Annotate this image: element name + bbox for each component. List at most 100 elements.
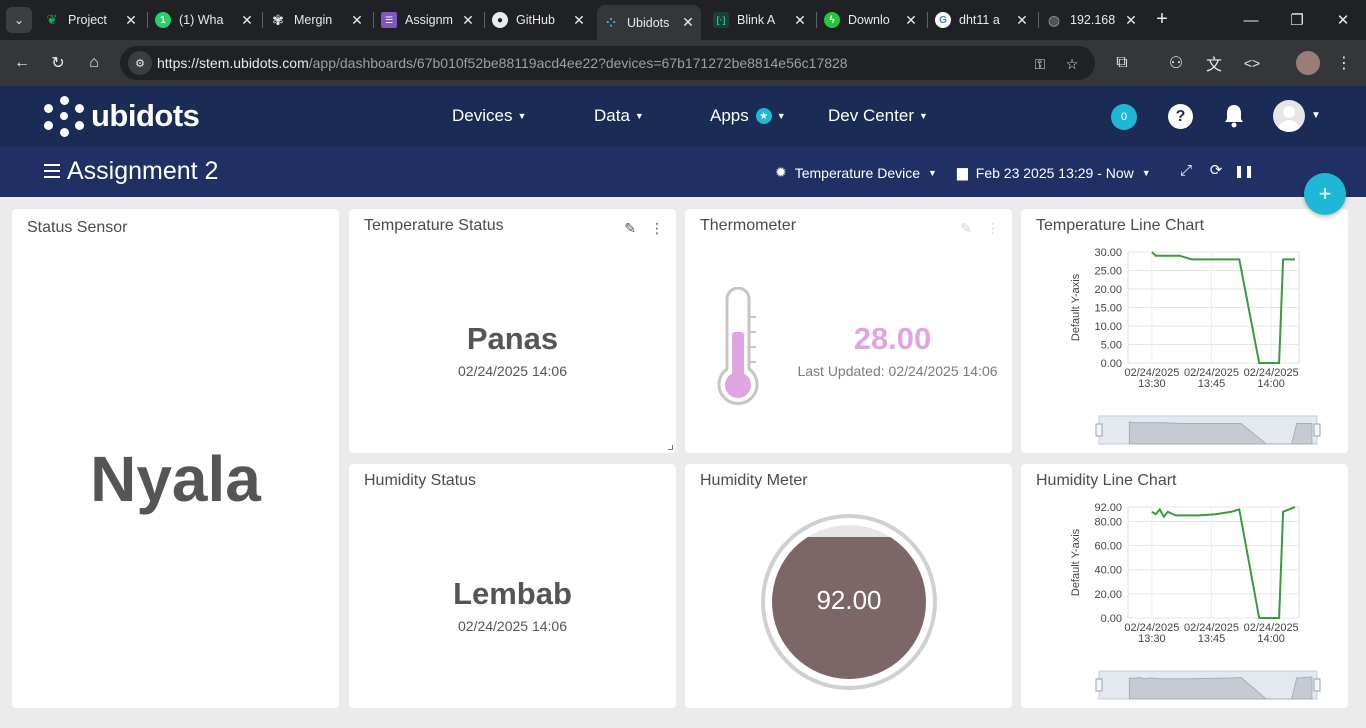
nav-label: Apps <box>710 106 749 125</box>
browser-tab[interactable]: ☰ Assignm ✕ <box>381 5 481 35</box>
close-tab-icon[interactable]: ✕ <box>1122 12 1140 29</box>
close-tab-icon[interactable]: ✕ <box>122 12 140 29</box>
y-tick-label: 5.00 <box>1101 340 1122 352</box>
caret-down-icon: ▼ <box>634 111 644 121</box>
status-timestamp: 02/24/2025 14:06 <box>458 618 567 634</box>
close-tab-icon[interactable]: ✕ <box>348 12 366 29</box>
close-window-icon[interactable]: ✕ <box>1320 0 1366 40</box>
browser-tab[interactable]: ϟ Downlo ✕ <box>824 5 924 35</box>
gauge-tank: 92.00 <box>772 525 926 679</box>
translate-icon[interactable]: 文 <box>1202 51 1226 75</box>
password-key-icon[interactable]: ⚿ <box>1030 54 1050 74</box>
github-icon: ● <box>492 12 508 28</box>
tab-title: GitHub <box>516 13 555 27</box>
tab-title: Assignm <box>405 13 453 27</box>
widget-humidity-chart: Humidity Line Chart 92.00 80.00 60.00 40.00… <box>1021 464 1348 708</box>
close-tab-icon[interactable]: ✕ <box>570 12 588 29</box>
browser-tab[interactable]: ✾ Mergin ✕ <box>270 5 370 35</box>
edit-pencil-icon[interactable]: ✎ <box>960 220 972 237</box>
close-tab-icon[interactable]: ✕ <box>791 12 809 29</box>
widget-title: Humidity Status <box>364 472 477 489</box>
incognito-icon[interactable]: ⚇ <box>1164 51 1188 75</box>
close-tab-icon[interactable]: ✕ <box>459 12 477 29</box>
add-widget-button[interactable]: + <box>1304 173 1346 215</box>
browser-tab[interactable]: [·] Blink A ✕ <box>713 5 813 35</box>
browser-tab[interactable]: ● GitHub ✕ <box>492 5 592 35</box>
y-tick-label: 10.00 <box>1094 321 1122 333</box>
resize-handle[interactable] <box>668 445 673 450</box>
device-selector[interactable]: ✹ Temperature Device ▼ <box>775 164 937 181</box>
app-header: ubidots Devices ▼ Data ▼ Apps ★ ▼ Dev Center… <box>0 86 1366 147</box>
browser-menu-icon[interactable]: ⋮ <box>1332 51 1356 75</box>
widget-temperature-chart: Temperature Line Chart 30.00 25.00 20.00 15… <box>1021 209 1348 453</box>
whatsapp-icon: 1 <box>155 12 171 28</box>
nav-label: Dev Center <box>828 106 914 125</box>
widget-title: Status Sensor <box>27 219 128 236</box>
edit-pencil-icon[interactable]: ✎ <box>624 220 636 237</box>
more-options-icon[interactable]: ⋮ <box>650 220 664 237</box>
browser-tab[interactable]: ❦ Project ✕ <box>44 5 144 35</box>
nav-apps[interactable]: Apps ★ ▼ <box>710 106 786 126</box>
last-updated: Last Updated: 02/24/2025 14:06 <box>797 363 998 379</box>
back-arrow-icon[interactable]: ← <box>10 51 34 75</box>
bookmark-star-icon[interactable]: ☆ <box>1062 54 1082 74</box>
reload-icon[interactable]: ↻ <box>46 51 70 75</box>
close-tab-icon[interactable]: ✕ <box>902 12 920 29</box>
gauge-value: 92.00 <box>816 585 882 615</box>
site-settings-icon[interactable]: ⚙ <box>128 51 152 75</box>
dashboard-title: Assignment 2 <box>67 157 219 185</box>
browser-toolbar: ← ↻ ⌂ ⚙ https://stem.ubidots.com/app/das… <box>0 40 1366 86</box>
caret-down-icon[interactable]: ▼ <box>1311 110 1321 121</box>
humidity-line-chart[interactable]: 92.0080.0060.0040.0020.000.0002/24/20251… <box>1021 464 1348 708</box>
profile-avatar[interactable] <box>1296 51 1320 75</box>
hamburger-menu-icon[interactable] <box>44 164 60 178</box>
browser-tab-active[interactable]: ⁘ Ubidots ✕ <box>597 5 701 40</box>
restore-icon[interactable]: ❐ <box>1274 0 1320 40</box>
status-value: Panas <box>466 321 559 356</box>
help-icon[interactable]: ? <box>1168 104 1193 129</box>
caret-down-icon: ▼ <box>918 111 928 121</box>
tab-search-button[interactable]: ⌄ <box>6 7 32 33</box>
browser-tab-bar: ⌄ ❦ Project ✕ 1 (1) Wha ✕ ✾ Mergin ✕ ☰ A… <box>0 0 1366 40</box>
temperature-line-chart[interactable]: 30.0025.0020.0015.0010.005.000.0002/24/2… <box>1021 209 1348 453</box>
y-tick-label: 0.00 <box>1101 358 1122 370</box>
bell-icon[interactable] <box>1222 103 1246 129</box>
dashboard-bar: Assignment 2 ✹ Temperature Device ▼ ▆ Fe… <box>0 147 1366 197</box>
widget-title: Thermometer <box>700 217 797 234</box>
new-tab-button[interactable]: + <box>1150 8 1174 32</box>
caret-down-icon: ▼ <box>517 111 527 121</box>
ubidots-logo[interactable]: ubidots <box>44 96 200 137</box>
close-tab-icon[interactable]: ✕ <box>679 14 697 31</box>
tab-title: dht11 a <box>959 13 1000 27</box>
nav-devices[interactable]: Devices ▼ <box>452 106 526 126</box>
x-tick-label: 13:30 <box>1138 378 1166 390</box>
extensions-icon[interactable]: ⧉ <box>1110 51 1134 75</box>
x-tick-label: 14:00 <box>1257 633 1285 645</box>
home-icon[interactable]: ⌂ <box>82 51 106 75</box>
logo-wordmark: ubidots <box>91 98 200 133</box>
y-tick-label: 92.00 <box>1094 502 1122 514</box>
address-bar[interactable]: ⚙ https://stem.ubidots.com/app/dashboard… <box>120 46 1095 80</box>
notifications-count-badge[interactable]: 0 <box>1111 104 1137 130</box>
nav-data[interactable]: Data ▼ <box>594 106 644 126</box>
url-text[interactable]: https://stem.ubidots.com/app/dashboards/… <box>157 55 848 71</box>
globe-icon: ◍ <box>1047 11 1061 28</box>
browser-tab[interactable]: G dht11 a ✕ <box>935 5 1035 35</box>
devtools-icon[interactable]: <> <box>1240 51 1264 75</box>
nav-dev-center[interactable]: Dev Center ▼ <box>828 106 928 126</box>
close-tab-icon[interactable]: ✕ <box>238 12 256 29</box>
minimize-icon[interactable]: — <box>1228 0 1274 40</box>
date-range-selector[interactable]: ▆ Feb 23 2025 13:29 - Now ▼ <box>957 164 1151 181</box>
browser-tab[interactable]: ◍ 192.168 ✕ <box>1046 5 1144 35</box>
x-tick-label: 13:30 <box>1138 633 1166 645</box>
status-value: Nyala <box>90 443 261 515</box>
pause-icon[interactable]: ❚❚ <box>1234 161 1254 181</box>
refresh-icon[interactable]: ⟳ <box>1206 161 1226 181</box>
close-tab-icon[interactable]: ✕ <box>1013 12 1031 29</box>
browser-tab[interactable]: 1 (1) Wha ✕ <box>155 5 260 35</box>
user-avatar[interactable] <box>1273 100 1305 132</box>
fullscreen-icon[interactable]: ⤢ <box>1176 161 1196 181</box>
more-options-icon[interactable]: ⋮ <box>986 220 1000 237</box>
tab-title: (1) Wha <box>179 13 224 27</box>
y-tick-label: 40.00 <box>1094 565 1122 577</box>
